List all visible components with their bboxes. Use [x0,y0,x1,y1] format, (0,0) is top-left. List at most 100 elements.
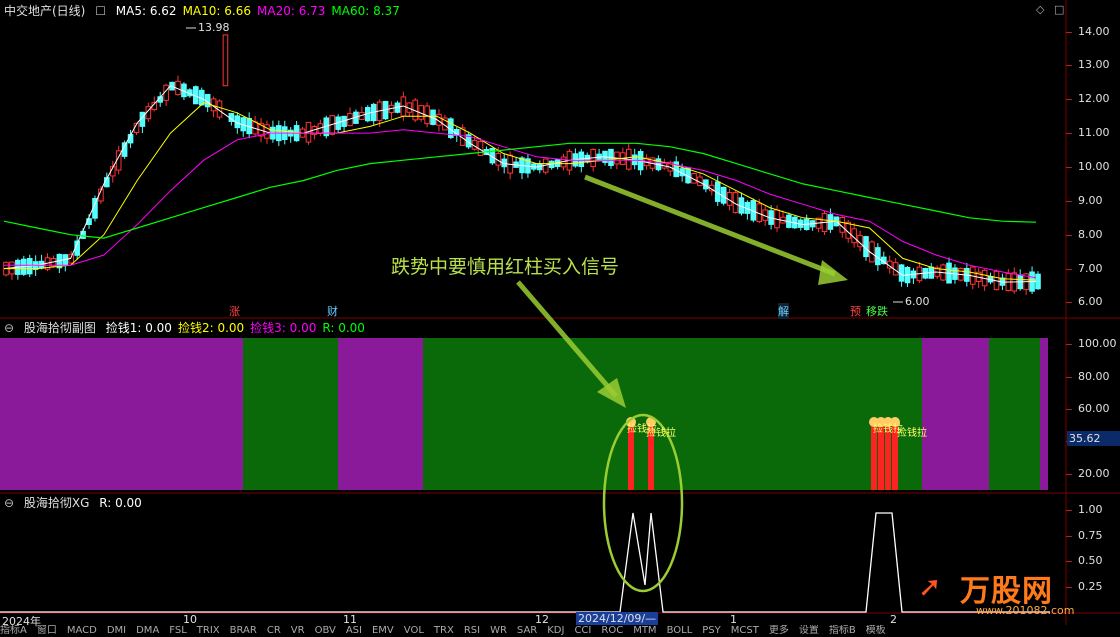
main-y-tickmark-5 [1066,200,1072,202]
event-tag-cai[interactable]: 财 [327,303,338,319]
tab-4[interactable]: DMA [136,625,159,636]
tab-21[interactable]: MTM [633,625,656,636]
indicator-tab-bar: 指标A 窗口 MACD DMI DMA FSL TRIX BRAR CR VR OBV ASI EMV V… [0,625,1120,637]
sub1-block-0 [0,338,243,490]
tab-6[interactable]: TRIX [197,625,220,636]
tab-17[interactable]: SAR [517,625,537,636]
sub1-block-3 [423,338,922,490]
main-y-tickmark-1 [1066,65,1072,67]
tab-2[interactable]: MACD [67,625,97,636]
event-tag-yu[interactable]: 预 [850,303,861,319]
main-y-tick-8: 6.00 [1078,295,1103,309]
collapse-icon[interactable]: ⊖ [4,321,14,335]
sub2-title[interactable]: 股海拾彻XG [24,496,90,510]
sub1-y-tick-0: 100.00 [1078,337,1117,351]
main-y-tick-7: 7.00 [1078,261,1103,275]
sub2-y-tickmark-1 [1066,535,1072,537]
main-y-tick-4: 10.00 [1078,160,1110,173]
signal-bar-2 [871,426,877,490]
sub1-value-3: R: 0.00 [322,321,365,335]
main-y-tickmark-3 [1066,133,1072,135]
tab-23[interactable]: PSY [702,625,721,636]
event-tag-yidie[interactable]: 移跌 [866,303,888,319]
signal-bar-0 [628,426,634,490]
main-y-tickmark-0 [1066,31,1072,33]
signal-label-4: 捡钱拉 [897,428,927,439]
tab-22[interactable]: BOLL [667,625,693,636]
high-price-label: 13.98 [198,21,230,34]
tab-8[interactable]: CR [267,625,281,636]
tab-27[interactable]: 指标B [829,625,856,636]
tab-5[interactable]: FSL [169,625,187,636]
tab-15[interactable]: RSI [464,625,480,636]
sub1-y-tick-2: 60.00 [1078,401,1110,415]
tab-7[interactable]: BRAR [230,625,257,636]
tab-18[interactable]: KDJ [547,625,564,636]
main-y-tick-2: 12.00 [1078,92,1110,106]
main-y-tick-5: 9.00 [1078,193,1103,207]
sub1-value-1: 捡钱2: 0.00 [177,321,245,335]
candle-body [1035,273,1041,290]
sub1-y-tickmark-2 [1066,408,1072,410]
chart-canvas [0,0,1120,625]
main-y-tickmark-6 [1066,234,1072,236]
sub2-y-tick-0: 1.00 [1078,503,1103,517]
main-y-tickmark-4 [1066,167,1072,168]
logo-arrow-icon: ➚ [918,570,942,603]
tab-3[interactable]: DMI [107,625,126,636]
main-y-tickmark-8 [1066,302,1072,304]
tab-13[interactable]: VOL [404,625,424,636]
tab-28[interactable]: 模板 [866,625,886,636]
sub1-value-2: 捡钱3: 0.00 [250,321,317,335]
main-y-tickmark-2 [1066,99,1072,101]
low-price-label: 6.00 [905,295,930,308]
main-y-tick-0: 14.00 [1078,24,1110,38]
tab-0[interactable]: 指标A [0,625,27,636]
sub1-block-6 [1040,338,1048,490]
event-tag-zhang[interactable]: 涨 [229,303,240,319]
tab-19[interactable]: CCI [574,625,591,636]
sub1-block-4 [922,338,989,490]
sub1-values: 捡钱1: 0.00 捡钱2: 0.00 捡钱3: 0.00 R: 0.00 [106,321,371,335]
event-tag-jie[interactable]: 解 [778,303,789,319]
sub2-y-tickmark-3 [1066,586,1072,588]
sub1-block-2 [338,338,423,490]
tab-20[interactable]: ROC [601,625,623,636]
tab-11[interactable]: ASI [346,625,362,636]
xg-signal-line [0,512,1050,613]
tab-26[interactable]: 设置 [799,625,819,636]
sub2-y-tick-3: 0.25 [1078,579,1103,593]
candle-body [222,34,229,87]
tab-24[interactable]: MCST [731,625,759,636]
signal-label-2: 捡钱拉 [646,428,676,439]
tab-25[interactable]: 更多 [769,625,789,636]
tab-16[interactable]: WR [490,625,507,636]
time-cursor-date: 2024/12/09/— [576,612,659,625]
sub1-header: ⊖ 股海拾彻副图 捡钱1: 0.00 捡钱2: 0.00 捡钱3: 0.00 R: 0… [4,319,377,337]
sub1-y-tick-4: 20.00 [1078,466,1110,480]
tab-1[interactable]: 窗口 [37,625,57,636]
sub1-y-tick-1: 80.00 [1078,369,1110,383]
main-y-tickmark-7 [1066,268,1072,270]
tab-9[interactable]: VR [291,625,305,636]
tab-12[interactable]: EMV [372,625,394,636]
sub2-y-tickmark-2 [1066,561,1072,563]
sub1-y-tickmark-0 [1066,344,1072,346]
tab-10[interactable]: OBV [315,625,336,636]
sub1-y-tickmark-1 [1066,376,1072,378]
tab-14[interactable]: TRX [434,625,454,636]
sub2-y-tick-2: 0.50 [1078,554,1103,568]
signal-bar-3 [878,426,884,490]
sub1-value-0: 捡钱1: 0.00 [105,321,172,335]
sub1-title[interactable]: 股海拾彻副图 [24,321,96,335]
signal-bar-4 [885,426,891,490]
sub2-value: R: 0.00 [99,496,142,510]
watermark-site: www.201082.com [976,604,1075,617]
annotation-text: 跌势中要慎用红柱买入信号 [391,256,620,278]
main-y-tick-6: 8.00 [1078,227,1103,241]
sub1-current-value: 35.62 [1067,431,1120,446]
sub1-block-1 [243,338,338,490]
main-y-tick-1: 13.00 [1078,58,1110,72]
collapse-icon-2[interactable]: ⊖ [4,496,14,510]
sub2-y-tick-1: 0.75 [1078,528,1103,542]
